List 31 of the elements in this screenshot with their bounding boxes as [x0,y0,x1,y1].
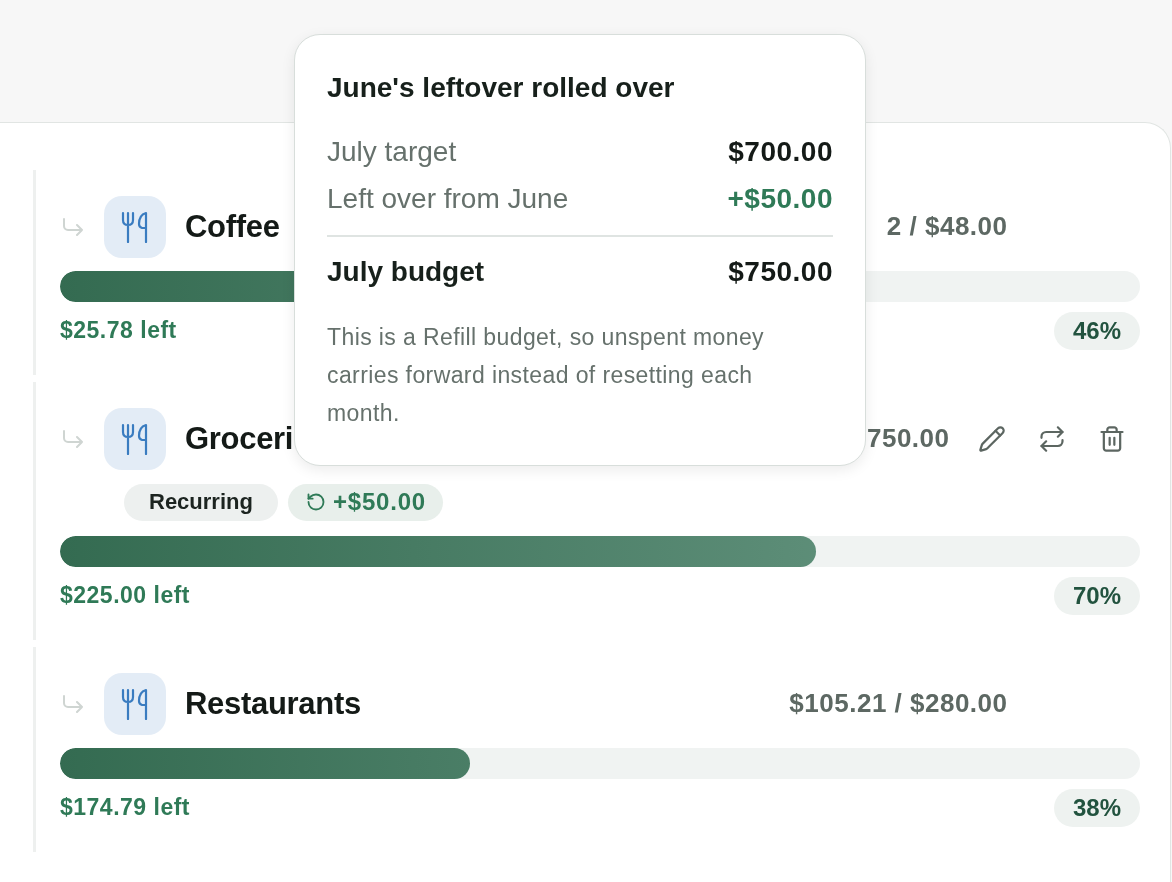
fork-knife-icon [104,672,166,735]
percent-pill: 70% [1053,576,1140,615]
rollover-amount: +$50.00 [332,488,426,516]
remaining-amount: $174.79 left [60,794,191,821]
counterclockwise-arrow-icon [305,492,326,512]
fork-knife-icon [104,195,166,258]
breakdown-label: Left over from June [327,183,569,215]
breakdown-value: $700.00 [728,136,833,168]
breakdown-value: $750.00 [728,255,833,288]
breakdown-label: July target [327,136,457,168]
fork-knife-icon [104,407,166,470]
repeat-icon [1037,424,1066,453]
recurring-tag: Recurring [124,483,278,521]
spent-amount: $105.21 / $280.00 [789,688,1008,719]
pencil-icon [977,424,1006,453]
percent-pill: 38% [1053,788,1140,827]
remaining-amount: $25.78 left [60,317,177,344]
popover-title: June's leftover rolled over [327,71,676,105]
breakdown-label: July budget [327,255,485,288]
corner-arrow-icon [62,694,84,713]
category-name: Groceri [185,420,294,457]
remaining-amount: $225.00 left [60,582,191,609]
corner-arrow-icon [62,429,84,448]
breakdown-value: +$50.00 [727,183,833,215]
percent-pill: 46% [1053,311,1140,350]
corner-arrow-icon [62,217,84,236]
popover-note: This is a Refill budget, so unspent money carries forward instead of resetting each month. [327,322,765,428]
spent-amount: 2 / $48.00 [886,211,1008,242]
spent-amount: 750.00 [866,423,950,454]
category-name: Coffee [185,208,280,245]
category-name: Restaurants [185,685,361,722]
